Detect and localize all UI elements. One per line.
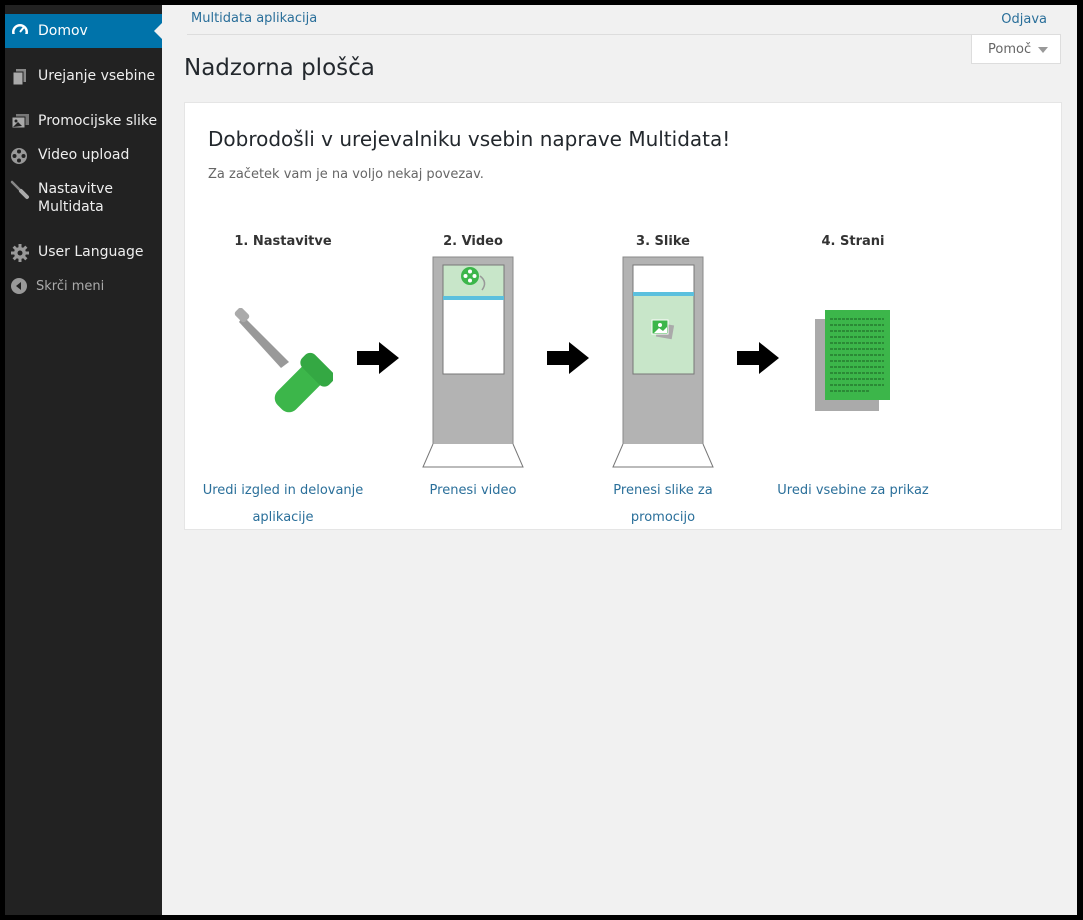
arrow-right-icon: [737, 342, 779, 374]
admin-sidebar: Domov Urejanje vsebine Promocijske slike…: [5, 5, 162, 915]
step-link-video[interactable]: Prenesi video: [383, 477, 563, 504]
step-link-slike[interactable]: Prenesi slike za promocijo: [573, 477, 753, 531]
chevron-down-icon: [1038, 47, 1048, 53]
top-divider: [187, 34, 1061, 35]
sidebar-item-domov[interactable]: Domov: [5, 14, 162, 48]
sidebar-item-label: Promocijske slike: [38, 113, 158, 129]
images-icon: [10, 112, 30, 132]
step-link-strani[interactable]: Uredi vsebine za prikaz: [763, 477, 943, 504]
welcome-title: Dobrodošli v urejevalniku vsebin naprave…: [208, 127, 731, 151]
sidebar-item-label: Video upload: [38, 147, 130, 163]
sidebar-item-label: Domov: [38, 23, 88, 39]
sidebar-item-nastavitve-multidata[interactable]: Nastavitve Multidata: [5, 176, 162, 220]
kiosk-video-illustration-icon: [422, 256, 524, 468]
sidebar-item-label: Urejanje vsebine: [38, 68, 156, 84]
sidebar-item-promocijske-slike[interactable]: Promocijske slike: [5, 108, 162, 138]
step-title-video: 2. Video: [443, 234, 503, 249]
breadcrumb-link[interactable]: Multidata aplikacija: [191, 11, 317, 26]
logout-link[interactable]: Odjava: [1001, 12, 1047, 27]
collapse-arrow-icon: [10, 277, 30, 297]
welcome-subtitle: Za začetek vam je na voljo nekaj povezav…: [208, 167, 484, 182]
kiosk-image-illustration-icon: [612, 256, 714, 468]
gear-icon: [10, 243, 30, 263]
screwdriver-illustration-icon: [234, 308, 333, 413]
document-pages-illustration-icon: [815, 310, 890, 411]
arrow-right-icon: [357, 342, 399, 374]
dashboard-icon: [10, 21, 30, 41]
sidebar-item-video-upload[interactable]: Video upload: [5, 142, 162, 172]
top-bar: Multidata aplikacija Odjava: [162, 5, 1077, 35]
app-frame: Domov Urejanje vsebine Promocijske slike…: [5, 5, 1077, 915]
page-title: Nadzorna plošča: [184, 55, 375, 81]
step-title-strani: 4. Strani: [821, 234, 885, 249]
sidebar-item-label: User Language: [38, 244, 144, 260]
step-link-nastavitve[interactable]: Uredi izgled in delovanje aplikacije: [193, 477, 373, 531]
screwdriver-icon: [10, 180, 30, 200]
help-button[interactable]: Pomoč: [971, 35, 1061, 64]
sidebar-item-urejanje-vsebine[interactable]: Urejanje vsebine: [5, 63, 162, 93]
step-title-slike: 3. Slike: [636, 234, 690, 249]
welcome-panel: Dobrodošli v urejevalniku vsebin naprave…: [184, 102, 1062, 530]
pages-icon: [10, 67, 30, 87]
sidebar-item-user-language[interactable]: User Language: [5, 239, 162, 269]
sidebar-item-label: Nastavitve Multidata: [38, 181, 113, 215]
step-title-nastavitve: 1. Nastavitve: [234, 234, 332, 249]
help-button-label: Pomoč: [988, 42, 1032, 57]
video-reel-icon: [10, 146, 30, 166]
collapse-menu-label: Skrči meni: [36, 279, 105, 294]
arrow-right-icon: [547, 342, 589, 374]
collapse-menu-button[interactable]: Skrči meni: [5, 275, 162, 299]
